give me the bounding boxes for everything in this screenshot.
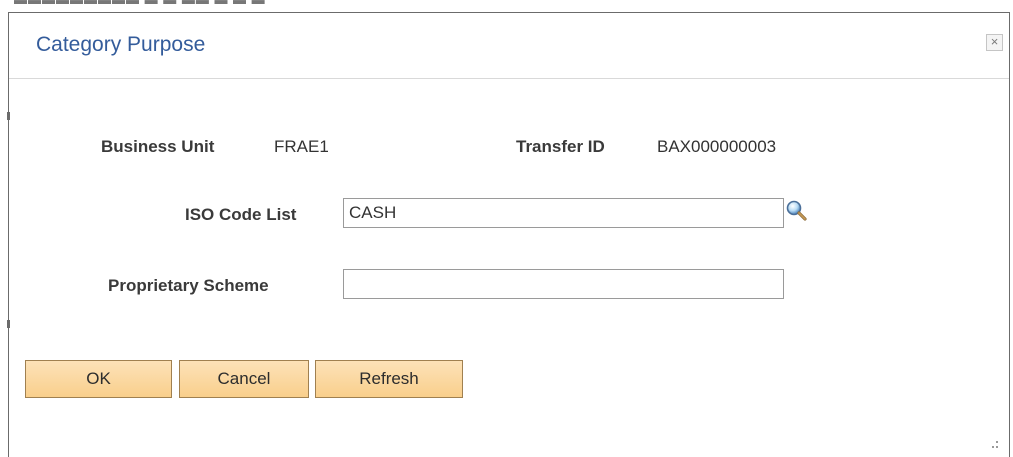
transfer-id-value: BAX000000003 (657, 137, 777, 156)
business-unit-label: Business Unit (101, 137, 215, 156)
dialog-edge-mark (7, 320, 10, 328)
resize-grip-icon[interactable] (989, 437, 999, 448)
iso-code-list-input[interactable] (343, 198, 784, 228)
refresh-button[interactable]: Refresh (315, 360, 463, 398)
magnifier-icon[interactable] (785, 198, 809, 224)
transfer-id-label: Transfer ID (516, 137, 605, 156)
iso-code-list-label: ISO Code List (185, 205, 297, 224)
dialog-title-bar[interactable]: Category Purpose × (9, 13, 1009, 79)
cancel-button[interactable]: Cancel (179, 360, 309, 398)
background-page-text: ▬▬▬▬▬▬▬▬▬ ▬ ▬ ▬▬ ▬ ▬ ▬ (14, 0, 266, 7)
ok-button[interactable]: OK (25, 360, 172, 398)
dialog-title: Category Purpose (36, 33, 206, 56)
proprietary-scheme-label: Proprietary Scheme (108, 276, 269, 295)
category-purpose-dialog: Category Purpose × Business Unit FRAE1 T… (7, 12, 1010, 457)
proprietary-scheme-input[interactable] (343, 269, 784, 299)
close-icon[interactable]: × (986, 34, 1003, 51)
dialog-edge-mark (7, 112, 10, 120)
business-unit-value: FRAE1 (274, 137, 329, 156)
